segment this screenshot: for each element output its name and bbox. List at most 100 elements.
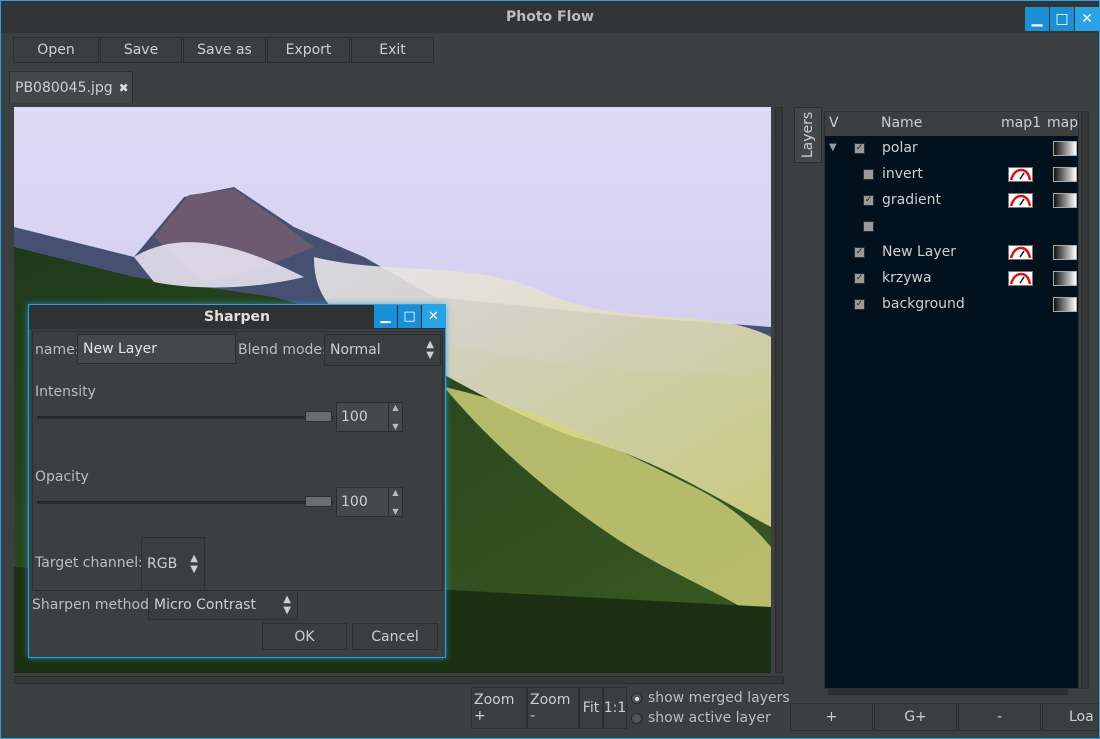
layer-name: New Layer	[882, 244, 957, 260]
spin-arrows-icon[interactable]: ▲ ▼	[388, 488, 402, 516]
save-button[interactable]: Save	[100, 37, 182, 63]
preview-mode-radios: show merged layers show active layer	[631, 687, 790, 729]
radio-selected-icon	[631, 692, 642, 704]
ok-button[interactable]: OK	[262, 623, 347, 650]
visibility-checkbox[interactable]	[863, 169, 874, 180]
layer-row[interactable]: invert	[825, 162, 1078, 188]
layer-name: invert	[882, 166, 923, 182]
tab-close-icon[interactable]: ✖	[119, 81, 129, 95]
intensity-label: Intensity	[35, 384, 96, 400]
load-button[interactable]: Loa	[1042, 703, 1099, 731]
maximize-button[interactable]: □	[1050, 7, 1074, 31]
curve-map-icon[interactable]	[1008, 167, 1033, 182]
curve-map-icon[interactable]	[1008, 193, 1033, 208]
layers-horizontal-scrollbar[interactable]	[828, 689, 1068, 695]
show-active-radio[interactable]: show active layer	[631, 710, 790, 726]
opacity-slider-track[interactable]	[37, 501, 333, 504]
visibility-checkbox[interactable]	[863, 221, 874, 232]
layer-row[interactable]: ✓ background	[825, 292, 1078, 318]
zoom-out-button[interactable]: Zoom -	[527, 687, 579, 729]
expander-icon[interactable]: ▼	[829, 142, 837, 153]
header-map1[interactable]: map1	[1001, 115, 1041, 131]
opacity-label: Opacity	[35, 469, 89, 485]
dialog-title-bar: Sharpen ▁ □ ✕	[29, 305, 445, 329]
title-bar: Photo Flow ▁ □ ✕	[1, 1, 1099, 33]
window-title: Photo Flow	[506, 9, 594, 25]
export-button[interactable]: Export	[267, 37, 350, 63]
curve-map-icon[interactable]	[1008, 271, 1033, 286]
close-button[interactable]: ✕	[1075, 7, 1099, 31]
remove-layer-button[interactable]: -	[958, 703, 1041, 731]
gradient-map-icon[interactable]	[1053, 167, 1077, 182]
minimize-button[interactable]: ▁	[1025, 7, 1049, 31]
layer-row[interactable]: ✓ gradient	[825, 188, 1078, 214]
layers-side-tab[interactable]: Layers	[794, 107, 822, 163]
intensity-spinbox[interactable]: 100 ▲ ▼	[336, 402, 403, 432]
dialog-title: Sharpen	[204, 309, 270, 325]
blend-mode-label: Blend mode:	[238, 342, 327, 358]
layer-name-input[interactable]: New Layer	[77, 334, 236, 364]
header-name[interactable]: Name	[881, 115, 922, 131]
canvas-vertical-scrollbar[interactable]	[775, 107, 783, 673]
dialog-maximize-button[interactable]: □	[398, 305, 421, 328]
visibility-checkbox[interactable]: ✓	[854, 143, 865, 154]
updown-icon: ▲ ▼	[426, 339, 434, 361]
layer-row[interactable]: ▼ ✓ polar	[825, 136, 1078, 162]
header-visible[interactable]: V	[829, 115, 839, 131]
visibility-checkbox[interactable]: ✓	[854, 273, 865, 284]
layer-row[interactable]: ✓ krzywa	[825, 266, 1078, 292]
gradient-map-icon[interactable]	[1053, 245, 1077, 260]
layer-name: polar	[882, 140, 918, 156]
layer-name: gradient	[882, 192, 941, 208]
visibility-checkbox[interactable]: ✓	[854, 247, 865, 258]
blend-mode-select[interactable]: Normal ▲ ▼	[324, 334, 441, 366]
dialog-close-button[interactable]: ✕	[422, 305, 445, 328]
intensity-slider-track[interactable]	[37, 416, 333, 419]
updown-icon: ▲ ▼	[283, 594, 291, 616]
show-merged-radio[interactable]: show merged layers	[631, 690, 790, 706]
layer-row[interactable]: ✓ New Layer	[825, 240, 1078, 266]
layers-panel: V Name map1 map ▼ ✓ polar invert ✓ gradient ✓ N…	[824, 111, 1079, 689]
opacity-spinbox[interactable]: 100 ▲ ▼	[336, 487, 403, 517]
target-channel-select[interactable]: RGB ▲ ▼	[141, 537, 205, 591]
show-merged-label: show merged layers	[648, 690, 790, 706]
opacity-slider-handle[interactable]	[305, 496, 332, 507]
dialog-minimize-button[interactable]: ▁	[374, 305, 397, 328]
fit-button[interactable]: Fit	[579, 687, 603, 729]
header-map2[interactable]: map	[1047, 115, 1078, 131]
tab-image[interactable]: PB080045.jpg ✖	[9, 71, 133, 103]
visibility-checkbox[interactable]: ✓	[854, 299, 865, 310]
intensity-slider-handle[interactable]	[305, 411, 332, 422]
visibility-checkbox[interactable]: ✓	[863, 195, 874, 206]
one-to-one-button[interactable]: 1:1	[603, 687, 627, 729]
layers-list: ▼ ✓ polar invert ✓ gradient ✓ New Layer ✓ krzywa ✓…	[825, 136, 1078, 318]
add-group-button[interactable]: G+	[874, 703, 957, 731]
image-tabs: PB080045.jpg ✖	[9, 71, 133, 103]
open-button[interactable]: Open	[13, 37, 99, 63]
main-window: Photo Flow ▁ □ ✕ Open Save Save as Expor…	[0, 0, 1100, 739]
target-channel-label: Target channel:	[35, 555, 143, 571]
gradient-map-icon[interactable]	[1053, 271, 1077, 286]
layer-name: krzywa	[882, 270, 932, 286]
layers-header: V Name map1 map	[825, 112, 1078, 136]
exit-button[interactable]: Exit	[351, 37, 434, 63]
gradient-map-icon[interactable]	[1053, 297, 1077, 312]
cancel-button[interactable]: Cancel	[352, 623, 438, 650]
sharpen-method-select[interactable]: Micro Contrast ▲ ▼	[148, 590, 298, 620]
layers-vertical-scrollbar[interactable]	[1081, 111, 1089, 689]
layer-row[interactable]	[825, 214, 1078, 240]
dialog-body: name: New Layer Blend mode: Normal ▲ ▼ In…	[32, 331, 443, 591]
curve-map-icon[interactable]	[1008, 245, 1033, 260]
spin-arrows-icon[interactable]: ▲ ▼	[388, 403, 402, 431]
save-as-button[interactable]: Save as	[183, 37, 266, 63]
gradient-map-icon[interactable]	[1053, 141, 1077, 156]
blend-mode-value: Normal	[330, 342, 381, 358]
gradient-map-icon[interactable]	[1053, 193, 1077, 208]
tab-label: PB080045.jpg	[15, 79, 113, 96]
layer-buttons: + G+ - Loa	[790, 703, 1099, 731]
name-label: name:	[35, 342, 80, 358]
add-layer-button[interactable]: +	[790, 703, 873, 731]
zoom-in-button[interactable]: Zoom +	[471, 687, 527, 729]
canvas-horizontal-scrollbar[interactable]	[14, 676, 784, 684]
layers-side-tab-label: Layers	[800, 111, 817, 159]
